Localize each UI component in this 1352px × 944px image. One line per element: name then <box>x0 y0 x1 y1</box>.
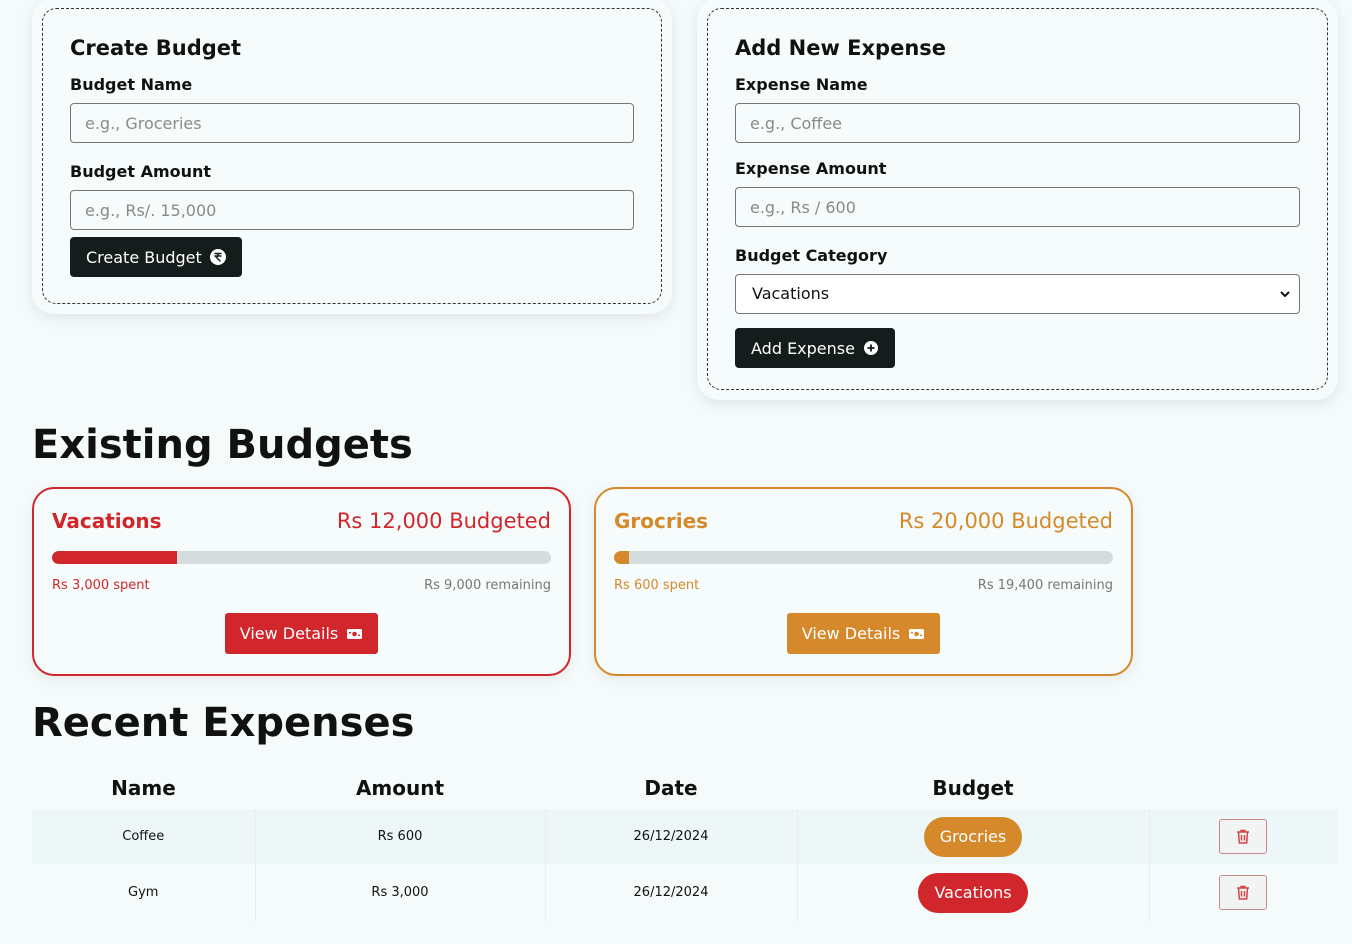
expense-name: Gym <box>32 864 256 921</box>
add-expense-button-label: Add Expense <box>751 338 855 358</box>
expense-name: Coffee <box>32 809 256 864</box>
view-details-button[interactable]: View Details <box>224 613 379 654</box>
budget-progress-bar <box>52 551 551 564</box>
budget-pill[interactable]: Vacations <box>918 872 1028 913</box>
view-details-button[interactable]: View Details <box>786 613 941 654</box>
budget-category-label: Budget Category <box>735 246 888 265</box>
expenses-table: Name Amount Date Budget Coffee Rs 600 26… <box>32 766 1337 921</box>
create-budget-button-label: Create Budget <box>86 247 202 267</box>
create-budget-form: Create Budget Budget Name Budget Amount … <box>42 8 662 304</box>
budget-amount-input[interactable] <box>70 190 634 230</box>
add-expense-title: Add New Expense <box>735 36 947 60</box>
trash-icon <box>1237 885 1250 900</box>
column-header-date: Date <box>644 775 698 800</box>
expense-budget-cell: Vacations <box>797 864 1150 921</box>
view-details-label: View Details <box>239 624 339 643</box>
budget-amount: Rs 20,000 Budgeted <box>898 509 1113 533</box>
chevron-down-icon <box>1280 291 1290 298</box>
create-budget-title: Create Budget <box>70 36 242 60</box>
budget-category-select[interactable]: Vacations <box>735 274 1300 314</box>
plus-circle-icon <box>863 340 879 356</box>
budget-progress-fill <box>52 551 177 564</box>
expense-actions-cell <box>1149 809 1337 864</box>
budget-spent: Rs 3,000 spent <box>52 578 150 593</box>
column-header-actions <box>1149 766 1337 809</box>
recent-expenses-title: Recent Expenses <box>32 700 415 746</box>
trash-icon <box>1237 829 1250 844</box>
budget-category-value: Vacations <box>752 284 830 303</box>
existing-budgets-title: Existing Budgets <box>32 422 413 468</box>
budget-name: Grocries <box>614 509 709 533</box>
column-header-name: Name <box>111 775 176 800</box>
budget-card-vacations: Vacations Rs 12,000 Budgeted Rs 3,000 sp… <box>32 487 571 676</box>
budget-name-input[interactable] <box>70 103 634 143</box>
expense-amount: Rs 600 <box>255 809 546 864</box>
expense-amount-label: Expense Amount <box>735 159 887 178</box>
column-header-budget: Budget <box>932 775 1014 800</box>
budget-amount: Rs 12,000 Budgeted <box>336 509 551 533</box>
expense-amount: Rs 3,000 <box>255 864 546 921</box>
expense-name-input[interactable] <box>735 103 1300 143</box>
expense-actions-cell <box>1149 864 1337 921</box>
budget-progress-fill <box>614 551 629 564</box>
budget-remaining: Rs 19,400 remaining <box>977 578 1113 593</box>
currency-circle-icon <box>209 249 226 265</box>
add-expense-form: Add New Expense Expense Name Expense Amo… <box>707 8 1328 390</box>
cash-icon <box>347 628 363 639</box>
page: Create Budget Budget Name Budget Amount … <box>0 0 1352 944</box>
add-expense-button[interactable]: Add Expense <box>735 328 895 368</box>
cash-icon <box>909 628 925 639</box>
view-details-label: View Details <box>801 624 901 643</box>
table-row: Coffee Rs 600 26/12/2024 Grocries <box>32 809 1337 864</box>
budget-name: Vacations <box>52 509 162 533</box>
add-expense-card: Add New Expense Expense Name Expense Amo… <box>697 0 1338 400</box>
budget-progress-bar <box>614 551 1113 564</box>
expense-name-label: Expense Name <box>735 75 868 94</box>
expense-amount-input[interactable] <box>735 187 1300 227</box>
column-header-amount: Amount <box>355 775 445 800</box>
create-budget-button[interactable]: Create Budget <box>70 237 242 277</box>
budget-name-label: Budget Name <box>70 75 193 94</box>
delete-button[interactable] <box>1219 875 1268 910</box>
create-budget-card: Create Budget Budget Name Budget Amount … <box>32 0 672 314</box>
budget-card-grocries: Grocries Rs 20,000 Budgeted Rs 600 spent… <box>594 487 1133 676</box>
budget-spent: Rs 600 spent <box>614 578 700 593</box>
table-row: Gym Rs 3,000 26/12/2024 Vacations <box>32 864 1337 921</box>
expense-date: 26/12/2024 <box>545 864 798 921</box>
budget-amount-label: Budget Amount <box>70 162 212 181</box>
budget-pill[interactable]: Grocries <box>923 816 1023 857</box>
expense-date: 26/12/2024 <box>545 809 798 864</box>
table-header-row: Name Amount Date Budget <box>32 766 1337 809</box>
expense-budget-cell: Grocries <box>797 809 1150 864</box>
budget-remaining: Rs 9,000 remaining <box>424 578 551 593</box>
delete-button[interactable] <box>1219 819 1268 854</box>
